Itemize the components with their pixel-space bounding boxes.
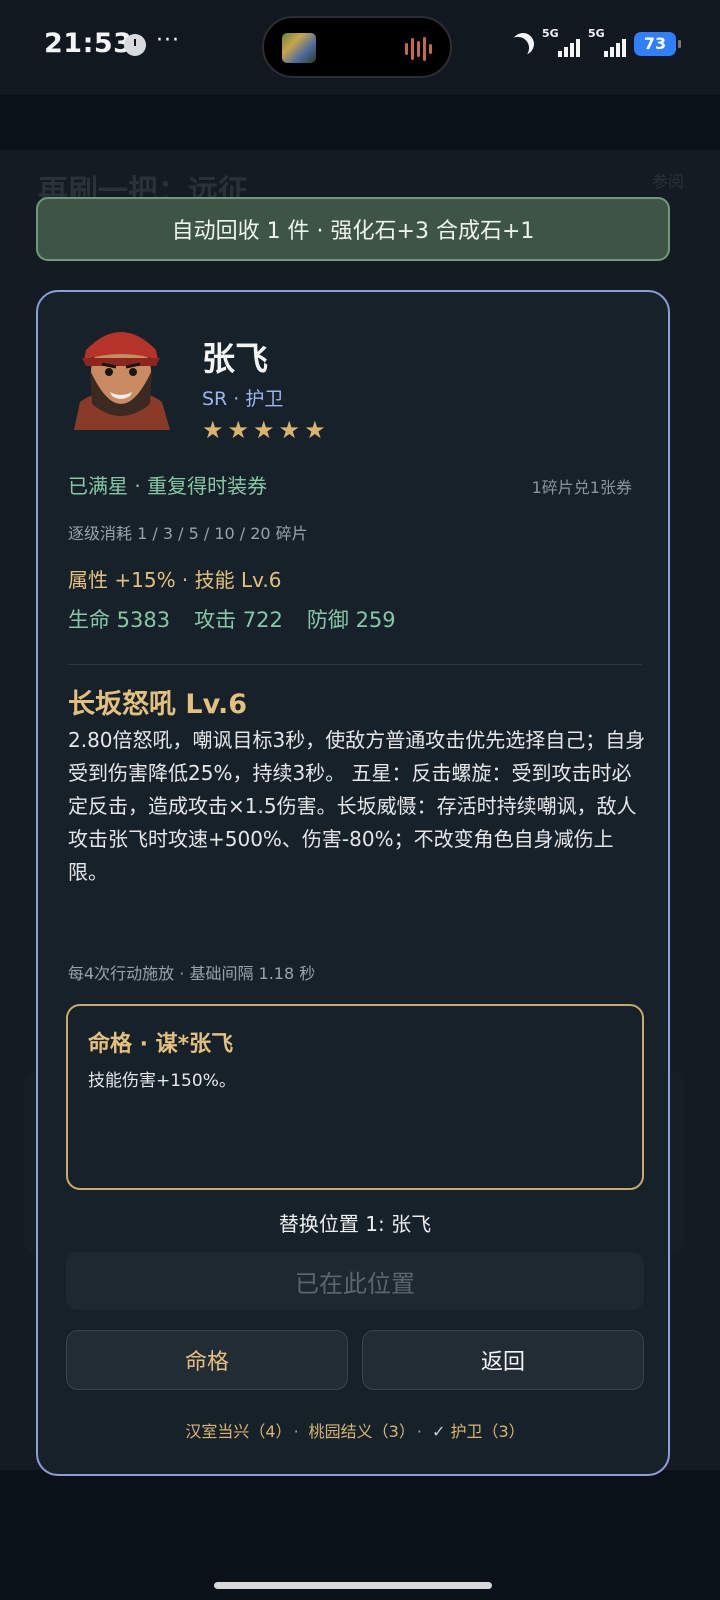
moon-icon (509, 30, 537, 58)
more-dots: ··· (156, 28, 180, 53)
status-time: 21:53 (44, 28, 133, 59)
star-icon: ★ (278, 416, 301, 444)
destiny-title: 命格 · 谋*张飞 (88, 1032, 234, 1057)
hero-stars: ★ ★ ★ ★ ★ (202, 418, 326, 442)
skill-description: 2.80倍怒吼，嘲讽目标3秒，使敌方普通攻击优先选择自己；自身受到伤害降低25%… (68, 728, 646, 884)
signal-icon: 5G (588, 27, 626, 57)
hero-detail-modal: 张飞 SR · 护卫 ★ ★ ★ ★ ★ 已满星 · 重复得时装券 1碎片兑1张… (36, 290, 670, 1476)
hero-avatar (66, 320, 176, 430)
back-button[interactable]: 返回 (362, 1330, 644, 1390)
destiny-panel: 命格 · 谋*张飞 技能伤害+150%。 (66, 1004, 644, 1190)
signal-icon: 5G (542, 27, 580, 57)
replace-position-label: 替换位置 1: 张飞 (278, 1212, 432, 1236)
already-in-position-button[interactable]: 已在此位置 (66, 1252, 644, 1310)
stat-hp: 生命 5383 (68, 608, 171, 632)
cast-info: 每4次行动施放 · 基础间隔 1.18 秒 (68, 964, 316, 983)
recycle-toast: 自动回收 1 件 · 强化石+3 合成石+1 (36, 197, 670, 261)
check-icon: ✓ (431, 1422, 446, 1441)
media-thumbnail (282, 33, 316, 63)
bond-separator: · (416, 1422, 422, 1441)
background-top-right: 参阅 (651, 172, 684, 191)
destiny-description: 技能伤害+150%。 (88, 1071, 236, 1091)
hero-stats: 生命 5383 攻击 722 防御 259 (68, 604, 396, 634)
hero-name: 张飞 (202, 339, 268, 378)
bond-item: 桃园结义（3） (308, 1422, 407, 1441)
clock-icon (124, 34, 146, 56)
battery-icon: 73 (634, 32, 681, 56)
audio-wave-icon (405, 36, 432, 62)
system-indicators: 5G 5G 73 (509, 27, 681, 60)
star-icon: ★ (227, 416, 250, 444)
star-icon: ★ (304, 416, 326, 444)
exchange-rate-text: 1碎片兑1张券 (531, 478, 632, 497)
network-label: 5G (542, 27, 559, 40)
bond-item: 护卫（3） (450, 1422, 525, 1441)
destiny-button[interactable]: 命格 (66, 1330, 348, 1390)
max-star-text: 已满星 · 重复得时装券 (68, 474, 268, 498)
star-icon: ★ (202, 416, 224, 444)
home-indicator[interactable] (214, 1582, 492, 1589)
bond-list: 汉室当兴（4） · 桃园结义（3） · ✓ 护卫（3） (38, 1418, 672, 1442)
status-bar: 21:53 ··· 5G 5G 73 (0, 0, 720, 95)
skill-title: 长坂怒吼 Lv.6 (68, 689, 248, 720)
bond-item: 汉室当兴（4） (185, 1422, 284, 1441)
shard-cost-text: 逐级消耗 1 / 3 / 5 / 10 / 20 碎片 (68, 524, 308, 543)
bond-separator: · (293, 1422, 299, 1441)
dynamic-island[interactable] (262, 16, 452, 78)
network-label: 5G (588, 27, 605, 40)
stat-atk: 攻击 722 (194, 608, 283, 632)
divider (68, 664, 642, 665)
star-icon: ★ (253, 416, 275, 444)
attribute-bonus-text: 属性 +15% · 技能 Lv.6 (68, 568, 282, 592)
hero-rarity-role: SR · 护卫 (202, 388, 284, 410)
stat-def: 防御 259 (306, 608, 396, 632)
